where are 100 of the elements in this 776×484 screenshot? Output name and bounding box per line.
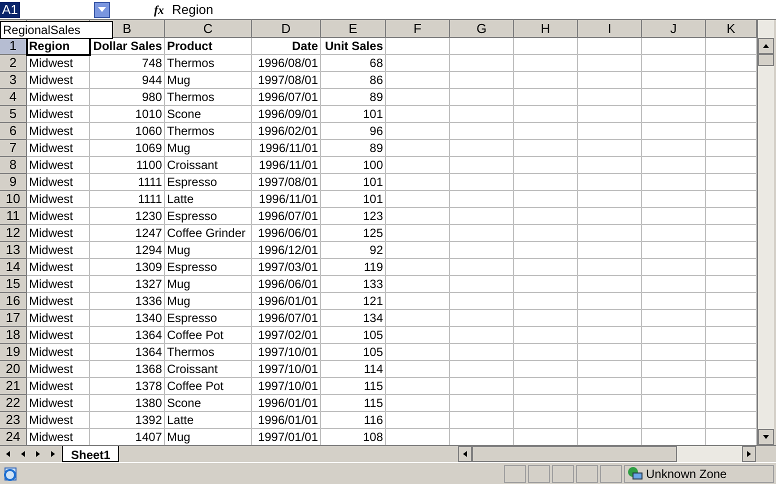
table-cell <box>578 55 642 72</box>
column-header[interactable]: E <box>321 20 386 38</box>
first-sheet-icon <box>4 450 12 458</box>
column-header[interactable]: F <box>386 20 450 38</box>
table-cell <box>386 140 450 157</box>
status-panel <box>552 464 574 482</box>
table-cell: 134 <box>321 310 386 327</box>
row-header[interactable]: 22 <box>0 395 27 412</box>
row-header[interactable]: 16 <box>0 293 27 310</box>
row-header[interactable]: 7 <box>0 140 27 157</box>
row-header[interactable]: 13 <box>0 242 27 259</box>
row-header[interactable]: 3 <box>0 72 27 89</box>
table-cell <box>514 344 578 361</box>
table-cell: 1340 <box>90 310 165 327</box>
row-header[interactable]: 5 <box>0 106 27 123</box>
table-cell: Thermos <box>165 55 252 72</box>
row-header[interactable]: 15 <box>0 276 27 293</box>
row-header[interactable]: 8 <box>0 157 27 174</box>
column-header[interactable]: H <box>514 20 578 38</box>
table-cell: 1997/01/01 <box>252 429 321 446</box>
name-box[interactable]: A1 <box>0 0 110 18</box>
table-cell <box>578 225 642 242</box>
row-header[interactable]: 18 <box>0 327 27 344</box>
horizontal-scrollbar[interactable] <box>458 446 756 462</box>
table-cell: 123 <box>321 208 386 225</box>
table-cell: 1294 <box>90 242 165 259</box>
column-header[interactable]: K <box>706 20 757 38</box>
table-cell <box>706 395 757 412</box>
table-cell <box>450 242 514 259</box>
row-header[interactable]: 6 <box>0 123 27 140</box>
table-cell <box>706 123 757 140</box>
row-header[interactable]: 17 <box>0 310 27 327</box>
table-cell <box>642 259 706 276</box>
column-header[interactable]: J <box>642 20 706 38</box>
table-cell <box>578 361 642 378</box>
table-cell: 96 <box>321 123 386 140</box>
table-cell: 1997/03/01 <box>252 259 321 276</box>
table-cell: 115 <box>321 395 386 412</box>
formula-field[interactable]: Region <box>172 0 214 20</box>
table-cell <box>450 38 514 55</box>
table-cell: Midwest <box>27 225 90 242</box>
row-header[interactable]: 1 <box>0 38 27 55</box>
table-cell: Croissant <box>165 361 252 378</box>
table-cell: 1997/08/01 <box>252 174 321 191</box>
row-header[interactable]: 10 <box>0 191 27 208</box>
row-header[interactable]: 11 <box>0 208 27 225</box>
table-cell: 1996/09/01 <box>252 106 321 123</box>
table-cell: Midwest <box>27 72 90 89</box>
table-cell <box>642 174 706 191</box>
table-cell <box>386 225 450 242</box>
table-cell <box>514 140 578 157</box>
table-cell <box>706 412 757 429</box>
row-header[interactable]: 23 <box>0 412 27 429</box>
column-header[interactable]: D <box>252 20 321 38</box>
row-header[interactable]: 2 <box>0 55 27 72</box>
down-arrow-icon <box>762 433 770 441</box>
row-header[interactable]: 4 <box>0 89 27 106</box>
table-cell: 101 <box>321 174 386 191</box>
column-header[interactable]: C <box>165 20 252 38</box>
table-cell <box>386 106 450 123</box>
table-cell <box>706 429 757 446</box>
table-cell <box>514 361 578 378</box>
table-cell: Midwest <box>27 395 90 412</box>
table-cell: 1996/06/01 <box>252 225 321 242</box>
row-header[interactable]: 20 <box>0 361 27 378</box>
row-header[interactable]: 14 <box>0 259 27 276</box>
table-cell <box>450 140 514 157</box>
table-cell <box>386 89 450 106</box>
table-cell: Midwest <box>27 412 90 429</box>
table-cell <box>578 344 642 361</box>
table-cell <box>450 378 514 395</box>
table-cell: Mug <box>165 429 252 446</box>
vertical-scrollbar[interactable] <box>757 20 774 445</box>
scroll-thumb[interactable] <box>758 54 774 66</box>
status-panel <box>528 464 550 482</box>
row-header[interactable]: 19 <box>0 344 27 361</box>
table-cell: 1996/06/01 <box>252 276 321 293</box>
table-cell: Thermos <box>165 123 252 140</box>
table-cell <box>578 89 642 106</box>
status-panel <box>576 464 598 482</box>
scroll-left-icon <box>461 450 469 458</box>
row-header[interactable]: 9 <box>0 174 27 191</box>
sheet-tab[interactable]: Sheet1 <box>62 446 120 462</box>
table-cell: 1380 <box>90 395 165 412</box>
table-cell <box>642 72 706 89</box>
table-cell <box>642 293 706 310</box>
dropdown-button[interactable] <box>94 2 110 18</box>
table-cell <box>386 242 450 259</box>
table-cell <box>706 344 757 361</box>
row-header[interactable]: 21 <box>0 378 27 395</box>
table-cell: 1996/07/01 <box>252 89 321 106</box>
column-header[interactable]: I <box>578 20 642 38</box>
table-cell <box>578 123 642 140</box>
row-header[interactable]: 12 <box>0 225 27 242</box>
dropdown-item[interactable]: RegionalSales <box>0 21 113 39</box>
table-cell: Unit Sales <box>321 38 386 55</box>
column-header[interactable]: G <box>450 20 514 38</box>
table-cell <box>514 72 578 89</box>
table-cell <box>386 157 450 174</box>
table-cell <box>514 157 578 174</box>
